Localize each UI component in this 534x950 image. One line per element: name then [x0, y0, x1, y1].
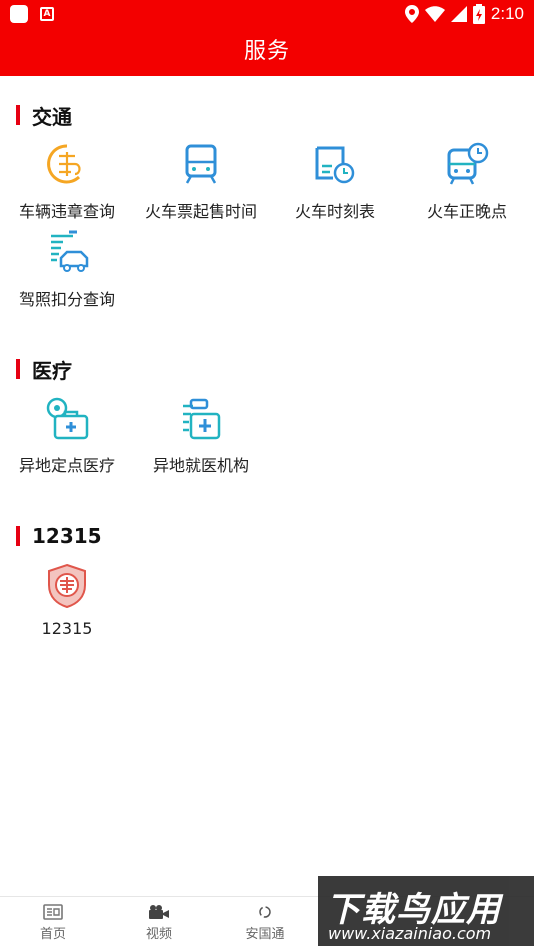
section-accent-bar — [16, 105, 20, 125]
section-accent-bar — [16, 359, 20, 379]
section-12315: 12315 12315 — [0, 524, 534, 645]
section-medical: 医疗 异地定点医疗 异地就医机构 — [0, 358, 534, 488]
section-header: 医疗 — [16, 358, 72, 383]
section-traffic: 交通 车辆违章查询 火车票起售时间 火车时刻表 火车正晚点 驾照扣分查询 — [0, 104, 534, 314]
train-clock-icon — [447, 142, 489, 185]
train-icon — [185, 144, 217, 184]
location-icon — [404, 5, 419, 23]
service-label: 车辆违章查询 — [18, 202, 115, 221]
service-license-points[interactable]: 驾照扣分查询 — [0, 230, 134, 316]
section-accent-bar — [16, 526, 20, 546]
service-label: 异地定点医疗 — [18, 456, 115, 475]
service-label: 12315 — [41, 619, 93, 638]
violation-icon — [47, 144, 81, 184]
section-title: 交通 — [32, 104, 72, 129]
status-left: A — [10, 5, 54, 23]
signal-icon — [450, 6, 467, 22]
section-header: 12315 — [16, 524, 102, 548]
service-remote-medical[interactable]: 异地定点医疗 — [0, 396, 134, 482]
tab-label: 首页 — [39, 927, 66, 942]
consumer-shield-icon — [48, 563, 86, 609]
title-bar: 服务 — [0, 28, 534, 76]
timetable-icon — [315, 146, 355, 184]
service-label: 驾照扣分查询 — [18, 290, 115, 309]
tab-video[interactable]: 视频 — [106, 897, 212, 950]
home-news-icon — [43, 904, 63, 920]
tab-home[interactable]: 首页 — [0, 897, 106, 950]
font-notification-icon: A — [40, 7, 54, 21]
page-title: 服务 — [243, 39, 290, 64]
section-title: 12315 — [32, 524, 102, 548]
service-train-timetable[interactable]: 火车时刻表 — [268, 142, 402, 228]
service-12315[interactable]: 12315 — [0, 563, 134, 649]
battery-icon — [472, 4, 485, 24]
service-label: 火车正晚点 — [426, 202, 507, 221]
video-camera-icon — [149, 905, 169, 919]
service-label: 异地就医机构 — [152, 456, 249, 475]
service-label: 火车时刻表 — [294, 202, 375, 221]
service-train-delay[interactable]: 火车正晚点 — [400, 142, 534, 228]
watermark-url-text: www.xiazainiao.com — [328, 924, 492, 943]
section-header: 交通 — [16, 104, 72, 129]
status-bar: A 2:10 — [0, 0, 534, 28]
circle-logo-icon — [259, 906, 271, 918]
wifi-icon — [424, 6, 445, 22]
service-vehicle-violation[interactable]: 车辆违章查询 — [0, 142, 134, 228]
app-notification-icon — [10, 5, 28, 23]
service-label: 火车票起售时间 — [144, 202, 257, 221]
medical-kit-icon — [46, 397, 89, 440]
license-car-icon — [51, 230, 89, 272]
tab-label: 安国通 — [245, 927, 285, 942]
status-right: 2:10 — [404, 4, 524, 24]
hospital-icon — [183, 398, 221, 440]
status-time: 2:10 — [490, 4, 524, 23]
tab-label: 视频 — [145, 927, 172, 942]
section-title: 医疗 — [32, 358, 72, 383]
tab-anguotong[interactable]: 安国通 — [212, 897, 318, 950]
service-train-ticket-time[interactable]: 火车票起售时间 — [134, 142, 268, 228]
service-remote-hospital[interactable]: 异地就医机构 — [134, 396, 268, 482]
watermark: 下载鸟应用 www.xiazainiao.com — [318, 876, 534, 946]
